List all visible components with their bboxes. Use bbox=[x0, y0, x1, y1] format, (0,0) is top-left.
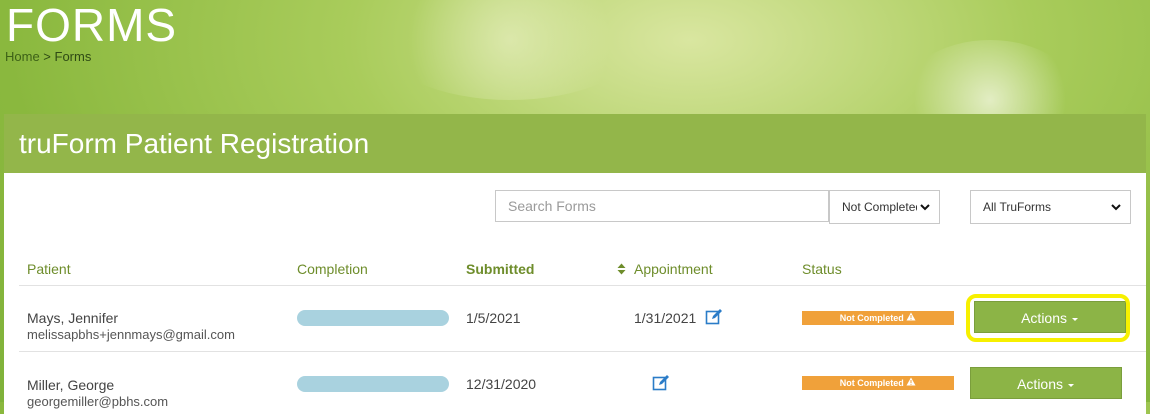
column-header-patient[interactable]: Patient bbox=[27, 261, 71, 277]
divider bbox=[19, 351, 1146, 352]
hero-glow bbox=[380, 0, 640, 100]
status-filter-value: Not Completed bbox=[842, 200, 923, 214]
chevron-down-icon bbox=[917, 191, 931, 223]
breadcrumb: Home > Forms bbox=[5, 49, 91, 64]
forms-panel: truForm Patient Registration Search Form… bbox=[4, 114, 1146, 414]
breadcrumb-separator: > bbox=[39, 49, 55, 64]
page-title: FORMS bbox=[6, 0, 178, 51]
form-filter-value: All TruForms bbox=[983, 200, 1052, 214]
warning-icon bbox=[906, 312, 916, 323]
column-header-completion[interactable]: Completion bbox=[297, 261, 368, 277]
column-header-appointment[interactable]: Appointment bbox=[634, 261, 713, 277]
breadcrumb-home-link[interactable]: Home bbox=[5, 49, 40, 64]
patient-name: Mays, Jennifer bbox=[27, 310, 119, 326]
caret-down-icon bbox=[1067, 376, 1075, 392]
completion-progress-bar bbox=[297, 310, 449, 326]
patient-email: melissapbhs+jennmays@gmail.com bbox=[27, 327, 235, 342]
completion-progress-bar bbox=[297, 376, 449, 392]
actions-button-label: Actions bbox=[1017, 376, 1064, 392]
edit-icon[interactable] bbox=[705, 308, 723, 326]
column-header-submitted[interactable]: Submitted bbox=[466, 261, 534, 277]
edit-icon[interactable] bbox=[652, 374, 670, 392]
sort-icon[interactable] bbox=[617, 263, 626, 275]
submitted-date: 1/5/2021 bbox=[466, 310, 521, 326]
highlight-outline bbox=[966, 294, 1130, 342]
panel-title: truForm Patient Registration bbox=[4, 114, 1146, 173]
search-forms-input[interactable]: Search Forms bbox=[495, 190, 829, 222]
actions-button[interactable]: Actions bbox=[970, 367, 1122, 399]
warning-icon bbox=[906, 377, 916, 388]
column-header-status[interactable]: Status bbox=[802, 261, 842, 277]
status-badge-label: Not Completed bbox=[839, 378, 904, 388]
divider bbox=[19, 285, 1146, 286]
form-filter-select[interactable]: All TruForms bbox=[970, 190, 1131, 224]
breadcrumb-current: Forms bbox=[54, 49, 92, 64]
patient-name: Miller, George bbox=[27, 377, 115, 393]
status-filter-select[interactable]: Not Completed bbox=[829, 190, 940, 224]
appointment-date: 1/31/2021 bbox=[634, 310, 697, 326]
status-badge: Not Completed bbox=[802, 311, 954, 325]
chevron-down-icon bbox=[1110, 191, 1122, 235]
status-badge: Not Completed bbox=[802, 376, 954, 390]
submitted-date: 12/31/2020 bbox=[466, 376, 537, 392]
status-badge-label: Not Completed bbox=[839, 313, 904, 323]
